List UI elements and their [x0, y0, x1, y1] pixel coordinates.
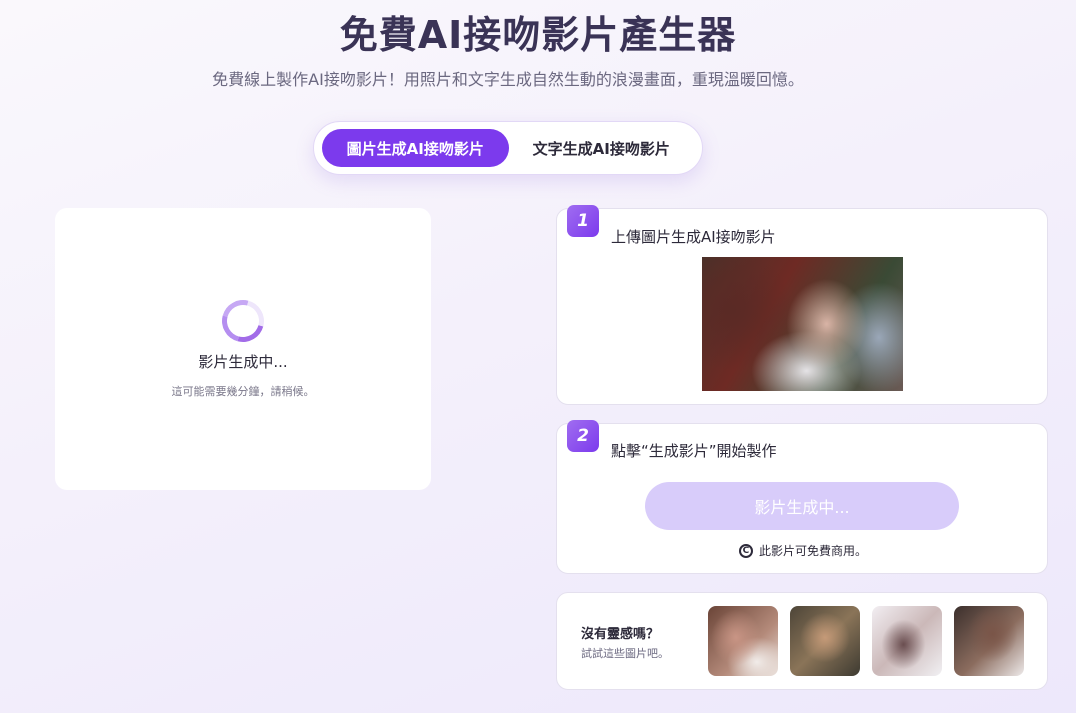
sample-image-1[interactable]	[708, 606, 778, 676]
sample-image-4[interactable]	[954, 606, 1024, 676]
step-1-label: 上傳圖片生成AI接吻影片	[611, 228, 776, 246]
sample-images	[708, 606, 1024, 676]
loading-spinner-icon	[214, 292, 272, 350]
step-2-label: 點擊“生成影片”開始製作	[611, 442, 777, 460]
generate-video-button[interactable]: 影片生成中...	[645, 482, 959, 530]
step-generate-card: 2 點擊“生成影片”開始製作 影片生成中... C 此影片可免費商用。	[556, 420, 1049, 574]
mode-tabs: 圖片生成AI接吻影片 文字生成AI接吻影片	[313, 121, 703, 175]
page-subtitle: 免費線上製作AI接吻影片！用照片和文字生成自然生動的浪漫畫面，重現溫暖回憶。	[212, 70, 804, 89]
video-preview-panel: 影片生成中... 這可能需要幾分鐘，請稍候。	[55, 208, 431, 490]
step-2-badge: 2	[567, 420, 599, 452]
uploaded-image[interactable]	[702, 257, 903, 391]
generating-status: 影片生成中...	[198, 353, 288, 371]
sample-image-3[interactable]	[872, 606, 942, 676]
inspiration-subtitle: 試試這些圖片吧。	[581, 647, 669, 660]
step-1-badge: 1	[567, 205, 599, 237]
inspiration-title: 沒有靈感嗎？	[581, 627, 660, 642]
copyright-icon: C	[738, 543, 753, 558]
license-note: C 此影片可免費商用。	[557, 542, 1049, 559]
tab-text-to-video[interactable]: 文字生成AI接吻影片	[509, 129, 695, 167]
step-upload-card: 1 上傳圖片生成AI接吻影片	[556, 205, 1048, 405]
inspiration-card: 沒有靈感嗎？ 試試這些圖片吧。	[556, 592, 1048, 690]
sample-image-2[interactable]	[790, 606, 860, 676]
license-text: 此影片可免費商用。	[758, 544, 867, 558]
generating-hint: 這可能需要幾分鐘，請稍候。	[171, 385, 315, 398]
tab-image-to-video[interactable]: 圖片生成AI接吻影片	[322, 129, 509, 167]
page-title: 免費AI接吻影片產生器	[339, 13, 737, 57]
